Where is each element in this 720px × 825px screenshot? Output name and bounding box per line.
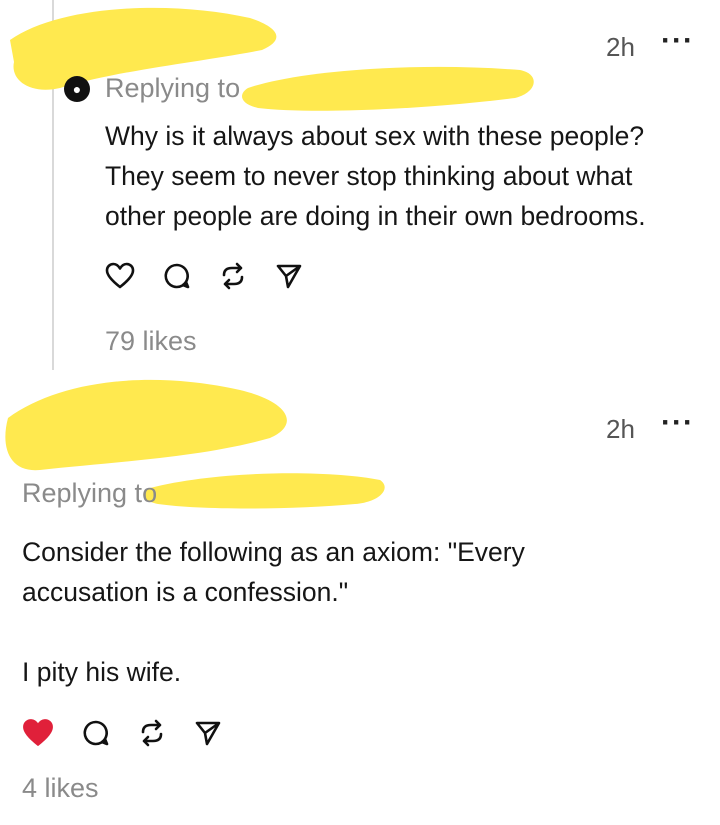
post-actions [105, 262, 303, 290]
heart-icon[interactable] [22, 718, 54, 748]
likes-count[interactable]: 4 likes [22, 773, 99, 804]
replying-to-label: Replying to [105, 73, 241, 103]
repost-icon[interactable] [138, 719, 166, 747]
more-options-icon[interactable]: ··· [661, 408, 694, 438]
more-options-icon[interactable]: ··· [661, 26, 694, 56]
post-actions [22, 718, 222, 748]
comment-icon[interactable] [82, 719, 110, 747]
repost-icon[interactable] [219, 262, 247, 290]
replying-to-label: Replying to [22, 478, 158, 508]
timestamp: 2h [606, 32, 635, 62]
post-text: Why is it always about sex with these pe… [105, 121, 646, 231]
heart-icon[interactable] [105, 262, 135, 290]
share-icon[interactable] [194, 719, 222, 747]
post-text: Consider the following as an axiom: "Eve… [22, 537, 525, 687]
likes-count[interactable]: 79 likes [105, 326, 197, 357]
avatar-badge[interactable]: ● [64, 76, 90, 102]
timestamp: 2h [606, 414, 635, 444]
comment-icon[interactable] [163, 262, 191, 290]
share-icon[interactable] [275, 262, 303, 290]
